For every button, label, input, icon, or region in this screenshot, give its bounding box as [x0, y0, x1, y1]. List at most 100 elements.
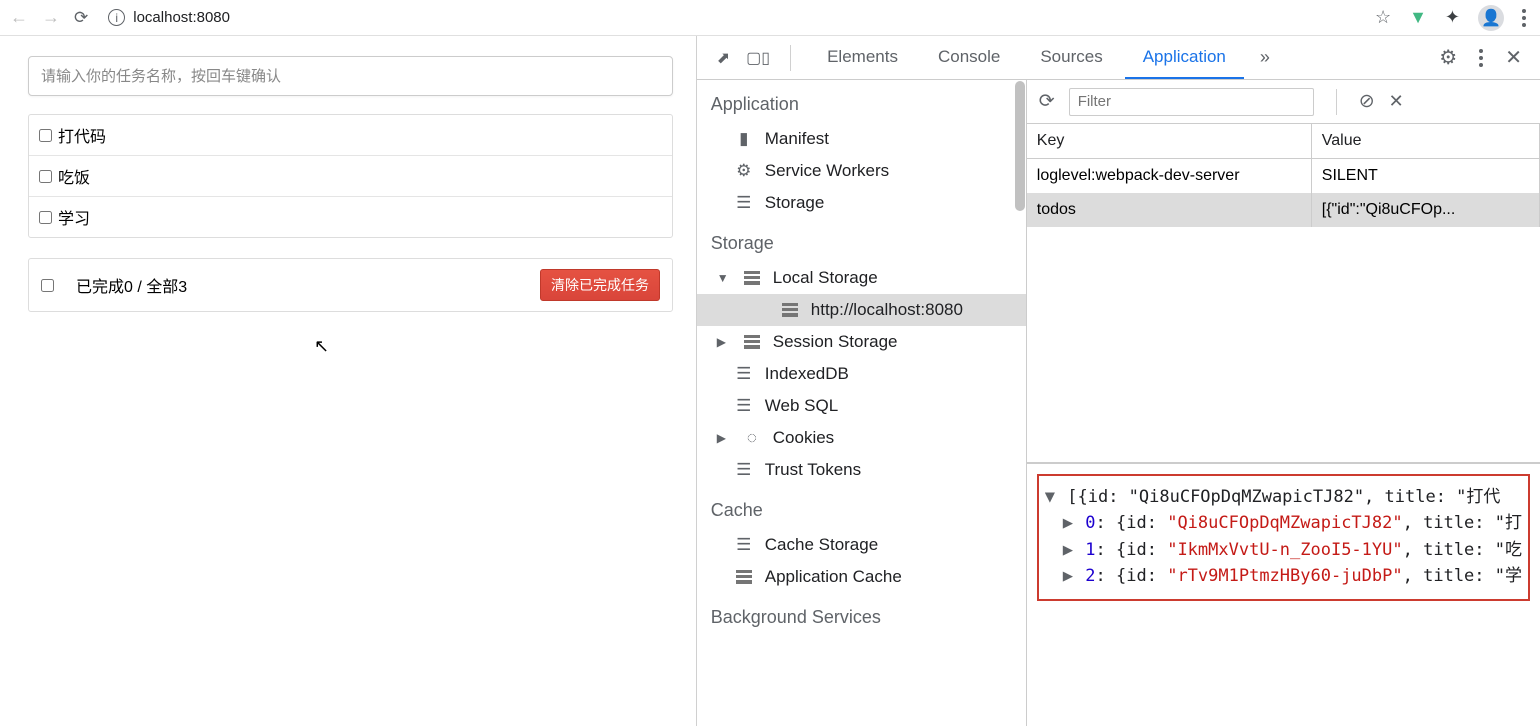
caret-down-icon[interactable]: ▼ [717, 271, 727, 285]
sidebar-item-indexeddb[interactable]: ☰IndexedDB [697, 358, 1026, 390]
preview-item[interactable]: ▶ 2: {id: "rTv9M1PtmzHBy60-juDbP", title… [1045, 563, 1522, 589]
sidebar-item-service-workers[interactable]: ⚙Service Workers [697, 155, 1026, 187]
todo-footer: 已完成0 / 全部3 清除已完成任务 [28, 258, 673, 312]
device-toolbar-icon[interactable]: ▢▯ [746, 48, 770, 68]
highlight-box: ▼ [{id: "Qi8uCFOpDqMZwapicTJ82", title: … [1037, 474, 1530, 601]
caret-right-icon[interactable]: ▶ [1063, 540, 1085, 560]
todo-item[interactable]: 打代码 [29, 115, 672, 156]
preview-root[interactable]: ▼ [{id: "Qi8uCFOpDqMZwapicTJ82", title: … [1045, 484, 1522, 510]
refresh-icon[interactable]: ⟳ [1039, 90, 1055, 113]
caret-right-icon[interactable]: ▶ [1063, 513, 1085, 533]
address-bar[interactable]: i localhost:8080 [102, 9, 1361, 26]
page-content: 打代码 吃饭 学习 已完成0 / 全部3 清除已完成任务 ↖ [0, 36, 696, 726]
todo-checkbox[interactable] [39, 211, 52, 224]
caret-down-icon[interactable]: ▼ [1045, 487, 1067, 507]
todo-item[interactable]: 学习 [29, 197, 672, 237]
database-icon: ☰ [735, 396, 753, 416]
back-button[interactable]: ← [10, 7, 28, 28]
caret-right-icon[interactable]: ▶ [717, 431, 727, 445]
database-icon: ☰ [735, 460, 753, 480]
section-application: Application [697, 80, 1026, 123]
mouse-cursor-icon: ↖ [314, 336, 329, 357]
extensions-icon[interactable]: ✦ [1445, 7, 1460, 28]
sidebar-item-manifest[interactable]: ▮Manifest [697, 123, 1026, 155]
tab-console[interactable]: Console [920, 36, 1018, 79]
storage-view: ⟳ ⊘ ✕ Key Value loglevel:webpack-dev-ser… [1027, 80, 1540, 726]
sidebar-item-cookies[interactable]: ▶◌Cookies [697, 422, 1026, 454]
todo-checkbox[interactable] [39, 129, 52, 142]
sidebar-item-application-cache[interactable]: Application Cache [697, 561, 1026, 593]
section-cache: Cache [697, 486, 1026, 529]
grid-spacer [1027, 227, 1540, 462]
filter-input[interactable] [1069, 88, 1314, 116]
inspect-element-icon[interactable]: ⬈ [717, 48, 730, 68]
storage-toolbar: ⟳ ⊘ ✕ [1027, 80, 1540, 124]
reload-button[interactable]: ⟳ [74, 8, 88, 28]
sidebar-item-cache-storage[interactable]: ☰Cache Storage [697, 529, 1026, 561]
tab-sources[interactable]: Sources [1022, 36, 1120, 79]
todo-list: 打代码 吃饭 学习 [28, 114, 673, 238]
storage-grid: Key Value loglevel:webpack-dev-server SI… [1027, 124, 1540, 463]
sidebar-item-local-storage-host[interactable]: http://localhost:8080 [697, 294, 1026, 326]
clear-all-icon[interactable]: ⊘ [1359, 90, 1375, 113]
profile-avatar[interactable]: 👤 [1478, 5, 1504, 31]
tabs-overflow-icon[interactable]: » [1248, 36, 1282, 79]
preview-item[interactable]: ▶ 1: {id: "IkmMxVvtU-n_ZooI5-1YU", title… [1045, 537, 1522, 563]
tab-elements[interactable]: Elements [809, 36, 916, 79]
file-icon: ▮ [735, 129, 753, 149]
todo-checkbox[interactable] [39, 170, 52, 183]
preview-item[interactable]: ▶ 0: {id: "Qi8uCFOpDqMZwapicTJ82", title… [1045, 510, 1522, 536]
tab-application[interactable]: Application [1125, 36, 1244, 79]
col-key[interactable]: Key [1027, 124, 1312, 158]
sidebar-item-local-storage[interactable]: ▼Local Storage [697, 262, 1026, 294]
sidebar-item-websql[interactable]: ☰Web SQL [697, 390, 1026, 422]
site-info-icon[interactable]: i [108, 9, 125, 26]
todo-summary: 已完成0 / 全部3 [76, 273, 187, 297]
grid-cell-key: todos [1027, 193, 1312, 227]
local-storage-icon [781, 303, 799, 317]
toggle-all-checkbox[interactable] [41, 279, 54, 292]
database-icon: ☰ [735, 535, 753, 555]
devtools-topbar: ⬈ ▢▯ Elements Console Sources Applicatio… [697, 36, 1540, 80]
clear-completed-button[interactable]: 清除已完成任务 [540, 269, 660, 301]
database-icon: ☰ [735, 193, 753, 213]
todo-label: 打代码 [58, 123, 106, 147]
delete-selected-icon[interactable]: ✕ [1389, 91, 1404, 112]
url-text: localhost:8080 [133, 9, 230, 26]
todo-item[interactable]: 吃饭 [29, 156, 672, 197]
chrome-menu-icon[interactable] [1522, 9, 1526, 27]
grid-row[interactable]: loglevel:webpack-dev-server SILENT [1027, 159, 1540, 193]
settings-icon[interactable]: ⚙ [1439, 45, 1457, 70]
todo-label: 学习 [58, 205, 90, 229]
devtools-tabs: Elements Console Sources Application » [809, 36, 1429, 79]
vue-devtools-icon[interactable]: ▼ [1409, 7, 1427, 28]
section-background-services: Background Services [697, 593, 1026, 636]
devtools-panel: ⬈ ▢▯ Elements Console Sources Applicatio… [696, 36, 1540, 726]
caret-right-icon[interactable]: ▶ [717, 335, 727, 349]
sidebar-item-trust-tokens[interactable]: ☰Trust Tokens [697, 454, 1026, 486]
section-storage: Storage [697, 219, 1026, 262]
close-devtools-icon[interactable]: ✕ [1505, 45, 1522, 70]
local-storage-icon [743, 271, 761, 285]
col-value[interactable]: Value [1312, 124, 1540, 158]
divider [790, 45, 791, 71]
grid-row[interactable]: todos [{"id":"Qi8uCFOp... [1027, 193, 1540, 227]
grid-cell-val: SILENT [1312, 159, 1540, 193]
forward-button[interactable]: → [42, 7, 60, 28]
application-sidebar[interactable]: Application ▮Manifest ⚙Service Workers ☰… [697, 80, 1027, 726]
database-icon: ☰ [735, 364, 753, 384]
todo-label: 吃饭 [58, 164, 90, 188]
devtools-menu-icon[interactable] [1479, 49, 1483, 67]
sidebar-item-storage-summary[interactable]: ☰Storage [697, 187, 1026, 219]
grid-cell-val: [{"id":"Qi8uCFOp... [1312, 193, 1540, 227]
scrollbar-thumb[interactable] [1015, 81, 1025, 211]
gear-icon: ⚙ [735, 161, 753, 181]
toolbar-right: ☆ ▼ ✦ 👤 [1375, 5, 1530, 31]
caret-right-icon[interactable]: ▶ [1063, 566, 1085, 586]
value-preview[interactable]: ▼ [{id: "Qi8uCFOpDqMZwapicTJ82", title: … [1027, 463, 1540, 617]
todo-app: 打代码 吃饭 学习 已完成0 / 全部3 清除已完成任务 [28, 56, 673, 312]
sidebar-item-session-storage[interactable]: ▶Session Storage [697, 326, 1026, 358]
bookmark-icon[interactable]: ☆ [1375, 7, 1391, 28]
new-todo-input[interactable] [28, 56, 673, 96]
app-cache-icon [735, 570, 753, 584]
